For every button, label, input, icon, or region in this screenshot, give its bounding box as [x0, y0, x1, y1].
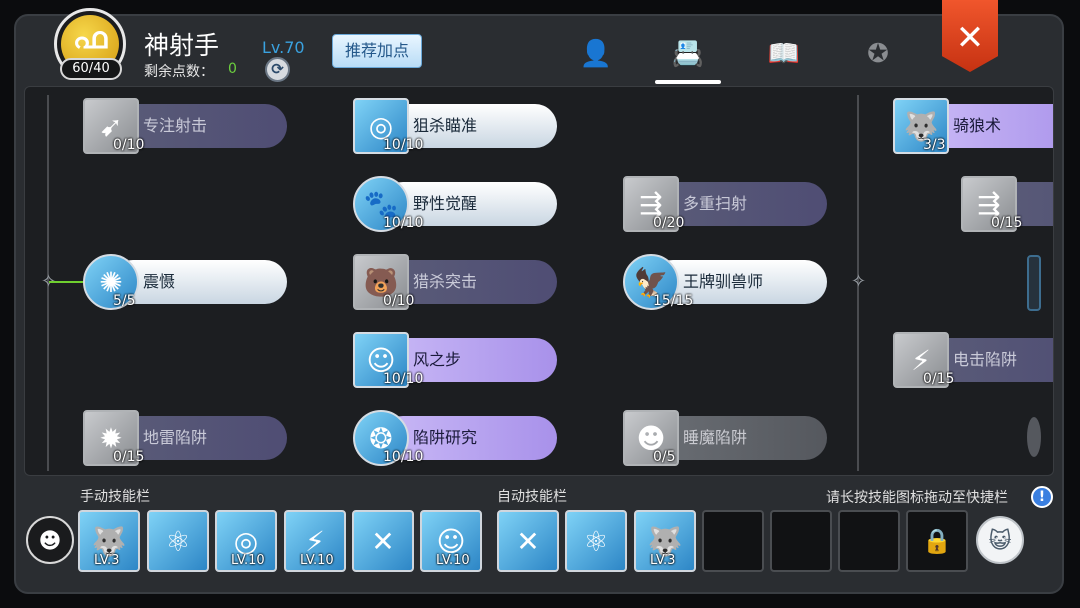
remaining-points-label: 剩余点数： [144, 64, 214, 80]
skill-node[interactable]: 陷阱研究 ❂ 10/10 [353, 410, 557, 466]
skill-level: 10/10 [383, 137, 424, 153]
skill-level: 0/15 [113, 449, 145, 465]
skill-level: 0/10 [113, 137, 145, 153]
tab-book[interactable]: 📖 [764, 36, 804, 72]
class-name: 神射手 [144, 31, 220, 60]
skill-level: 0/15 [923, 371, 955, 387]
recommend-points-button[interactable]: 推荐加点 [332, 34, 422, 68]
auto-skill-slot-empty[interactable] [838, 510, 900, 572]
skill-node-partial[interactable] [1027, 255, 1041, 311]
tab-character[interactable]: 👤 [576, 36, 616, 72]
skill-node-partial[interactable] [1027, 417, 1041, 457]
tab-skills[interactable]: 📇 [668, 36, 708, 72]
reset-points-button[interactable]: ⟳ [265, 57, 290, 82]
bookmark-book-icon: 📖 [767, 39, 801, 69]
white-cat-face-icon[interactable]: 😺 [976, 516, 1024, 564]
auto-skill-slot[interactable]: 🐺 LV.3 [634, 510, 696, 572]
auto-skill-slot[interactable]: ✕ [497, 510, 559, 572]
remaining-points-value: 0 [228, 61, 237, 77]
manual-skill-slot[interactable]: 🐺 LV.3 [78, 510, 140, 572]
active-tab-indicator [655, 80, 721, 84]
skill-level: 0/5 [653, 449, 676, 465]
info-icon[interactable]: ! [1031, 486, 1053, 508]
winged-star-badge-icon: ✪ [867, 39, 889, 69]
lock-icon: 🔒 [922, 527, 952, 555]
skill-node[interactable]: 专注射击 ➹ 0/10 [83, 98, 287, 154]
skill-node[interactable]: 野性觉醒 🐾 10/10 [353, 176, 557, 232]
manual-skill-slot[interactable]: ⚛ [147, 510, 209, 572]
manual-skill-slot[interactable]: ⚡ LV.10 [284, 510, 346, 572]
skill-node[interactable]: 电击陷阱 ⚡ 0/15 [893, 332, 1053, 388]
contact-book-icon: 📇 [671, 39, 705, 69]
close-icon: ✕ [955, 18, 985, 58]
tree-connector [49, 281, 85, 283]
skill-level: 15/15 [653, 293, 694, 309]
skill-level: 0/15 [991, 215, 1023, 231]
skill-level: 0/20 [653, 215, 685, 231]
person-star-icon: 👤 [579, 39, 613, 69]
skill-node[interactable]: 震慑 ✺ 5/5 [83, 254, 287, 310]
auto-skill-slot-empty[interactable] [770, 510, 832, 572]
avatar-count: 60/40 [60, 58, 122, 80]
skill-node[interactable]: 猎杀突击 🐻 0/10 [353, 254, 557, 310]
character-level: Lv.70 [262, 38, 305, 57]
skill-level: 5/5 [113, 293, 136, 309]
manual-bar-label: 手动技能栏 [80, 489, 150, 505]
auto-bar-label: 自动技能栏 [497, 489, 567, 505]
drag-hint: 请长按技能图标拖动至快捷栏 [826, 490, 1008, 506]
skill-node[interactable]: 狙杀瞄准 ◎ 10/10 [353, 98, 557, 154]
skill-level: 10/10 [383, 215, 424, 231]
skill-level: 3/3 [923, 137, 946, 153]
skill-level: 0/10 [383, 293, 415, 309]
skill-level: 10/10 [383, 449, 424, 465]
black-cat-face-icon[interactable]: ☻ [26, 516, 74, 564]
skill-node[interactable]: ⇶ 0/15 [961, 176, 1053, 232]
manual-skill-slot[interactable]: ☺ LV.10 [420, 510, 482, 572]
tab-rank[interactable]: ✪ [858, 36, 898, 72]
manual-skill-slot[interactable]: ◎ LV.10 [215, 510, 277, 572]
auto-skill-slot[interactable]: ⚛ [565, 510, 627, 572]
skill-node[interactable]: 睡魔陷阱 ☻ 0/5 [623, 410, 827, 466]
refresh-icon: ⟳ [271, 60, 284, 78]
locked-skill-slot[interactable]: 🔒 [906, 510, 968, 572]
skill-node[interactable]: 地雷陷阱 ✹ 0/15 [83, 410, 287, 466]
skill-node[interactable]: 风之步 ☺ 10/10 [353, 332, 557, 388]
skill-node[interactable]: 王牌驯兽师 🦅 15/15 [623, 254, 827, 310]
skill-node[interactable]: 多重扫射 ⇶ 0/20 [623, 176, 827, 232]
skill-tree[interactable]: ✧ ✧ 专注射击 ➹ 0/10 狙杀瞄准 ◎ 10/10 骑狼术 🐺 3/3 野… [24, 86, 1054, 476]
tree-node-right: ✧ [851, 271, 867, 292]
auto-skill-slot-empty[interactable] [702, 510, 764, 572]
manual-skill-slot[interactable]: ✕ [352, 510, 414, 572]
skill-level: 10/10 [383, 371, 424, 387]
skill-node[interactable]: 骑狼术 🐺 3/3 [893, 98, 1053, 154]
